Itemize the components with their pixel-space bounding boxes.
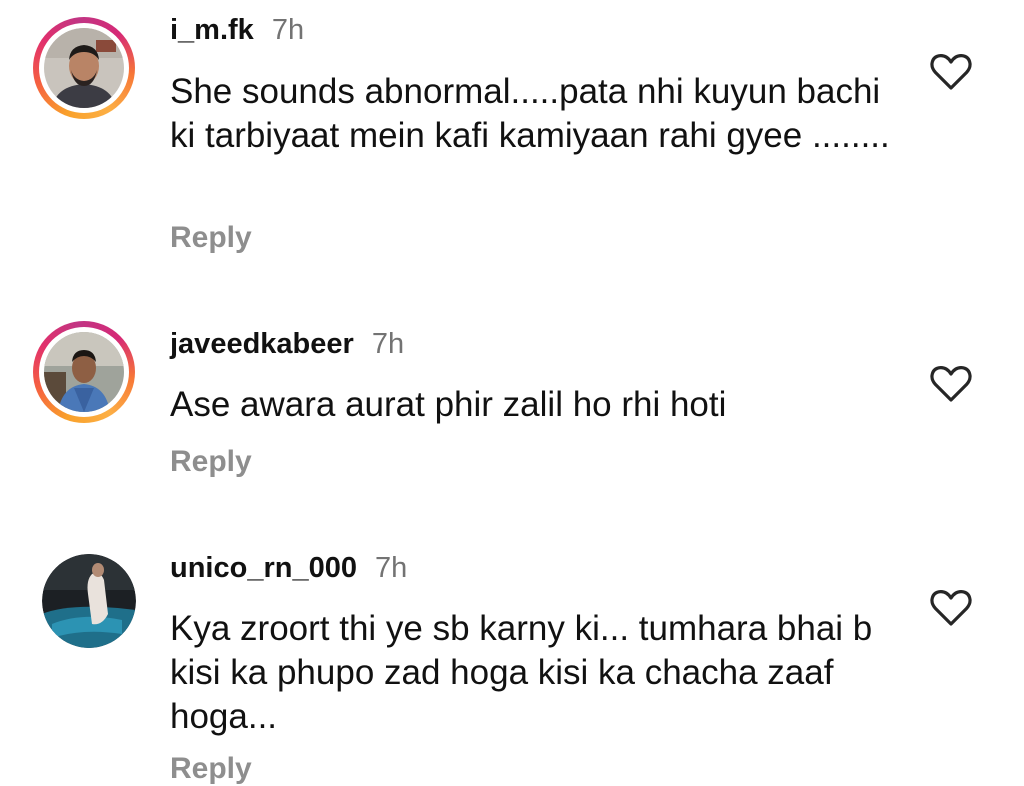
comment-text: Kya zroort thi ye sb karny ki... tumhara… [170,609,873,736]
username-text[interactable]: javeedkabeer [170,328,354,360]
avatar-story-ring[interactable] [33,321,135,423]
comment-timestamp: 7h [371,328,405,360]
reply-button[interactable]: Reply [170,752,252,786]
avatar [39,327,129,417]
heart-outline-icon[interactable] [930,589,972,627]
comment-timestamp: 7h [374,552,408,584]
avatar-photo [44,332,124,412]
heart-outline-icon[interactable] [930,53,972,91]
username-text[interactable]: i_m.fk [170,14,254,46]
reply-button[interactable]: Reply [170,221,252,255]
comment-text: Ase awara aurat phir zalil ho rhi hoti [170,385,727,424]
avatar-story-ring[interactable] [33,17,135,119]
reply-button[interactable]: Reply [170,445,252,479]
avatar-photo [42,554,136,648]
comment-username[interactable]: i_m.fk 7h [170,14,304,47]
avatar-photo [44,28,124,108]
comment-text: She sounds abnormal.....pata nhi kuyun b… [170,72,890,155]
username-text[interactable]: unico_rn_000 [170,552,357,584]
avatar [39,23,129,113]
avatar[interactable] [42,554,136,648]
comment-username[interactable]: unico_rn_000 7h [170,552,407,585]
comment-timestamp: 7h [271,14,305,46]
comment-username[interactable]: javeedkabeer 7h [170,328,404,361]
heart-outline-icon[interactable] [930,365,972,403]
